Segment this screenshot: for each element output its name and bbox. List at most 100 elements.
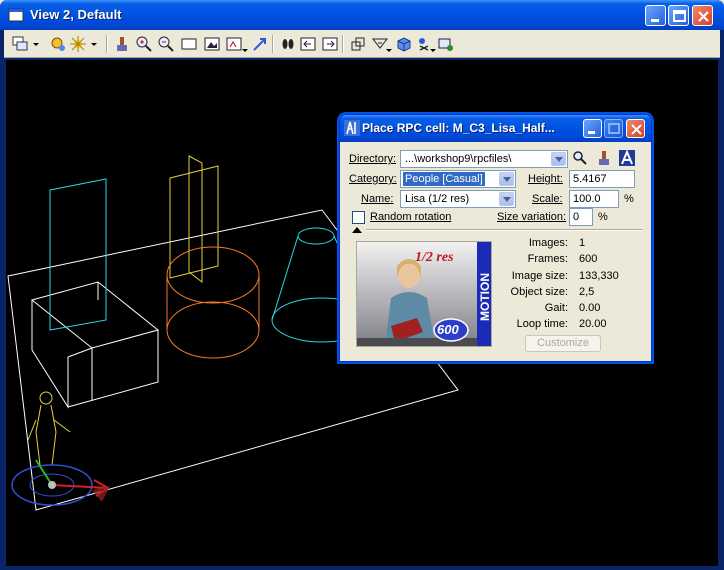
dialog-minimize-button[interactable] xyxy=(583,119,602,138)
view-attributes-dropdown[interactable] xyxy=(30,34,42,54)
info-image-size-value: 133,330 xyxy=(579,270,619,282)
preview-frames-badge: 600 xyxy=(437,322,459,337)
toolbar-separator xyxy=(106,35,108,53)
info-frames-value: 600 xyxy=(579,253,598,265)
info-object-size-label: Object size: xyxy=(510,286,568,298)
dialog-title: Place RPC cell: M_C3_Lisa_Half... xyxy=(362,121,555,135)
archvision-logo-icon[interactable] xyxy=(619,150,635,166)
pan-view-icon xyxy=(253,38,266,51)
view-box-icon xyxy=(397,37,411,52)
chevron-down-icon xyxy=(386,49,392,52)
maximize-button[interactable] xyxy=(668,5,689,26)
next-view-button[interactable] xyxy=(320,34,340,54)
view-toggles-button[interactable] xyxy=(436,34,456,54)
random-rotation-checkbox[interactable] xyxy=(352,211,365,224)
info-image-size-label: Image size: xyxy=(511,270,568,282)
previous-view-button[interactable] xyxy=(298,34,318,54)
random-rotation-label: Random rotation xyxy=(370,211,452,223)
close-button[interactable] xyxy=(692,5,713,26)
fit-view-button[interactable] xyxy=(202,34,222,54)
chevron-down-icon xyxy=(555,157,563,162)
scale-unit: % xyxy=(624,193,634,205)
cyan-plane xyxy=(49,178,107,331)
size-variation-input[interactable]: 0 xyxy=(569,208,593,226)
box-object xyxy=(30,281,160,409)
window-title: View 2, Default xyxy=(30,7,122,22)
name-label: Name: xyxy=(361,193,394,205)
info-object-size-value: 2,5 xyxy=(579,286,595,298)
chevron-down-icon xyxy=(503,197,511,202)
minimize-button[interactable] xyxy=(645,5,666,26)
clip-volume-button[interactable] xyxy=(348,34,368,54)
directory-label: Directory: xyxy=(349,153,397,165)
update-button[interactable] xyxy=(112,34,132,54)
directory-dropdown-button[interactable] xyxy=(551,152,566,166)
info-gait-label: Gait: xyxy=(544,302,568,314)
view-box-button[interactable] xyxy=(394,34,414,54)
close-icon xyxy=(631,124,642,135)
place-rpc-cell-dialog: Place RPC cell: M_C3_Lisa_Half... Direct… xyxy=(339,114,652,362)
walk-icon xyxy=(282,39,294,49)
zoom-in-icon xyxy=(136,36,152,52)
directory-select[interactable]: ...\workshop9\rpcfiles\ xyxy=(400,150,568,168)
toolbar-separator xyxy=(272,35,274,53)
rpc-cell-icon xyxy=(344,120,360,136)
rotate-view-dropdown[interactable] xyxy=(240,34,250,54)
zoom-out-button[interactable] xyxy=(156,34,176,54)
name-value: Lisa (1/2 res) xyxy=(405,193,470,205)
rendering-button[interactable] xyxy=(68,34,88,54)
maximize-icon xyxy=(608,123,620,134)
info-loop-time-label: Loop time: xyxy=(516,318,568,330)
rendering-dropdown[interactable] xyxy=(88,34,100,54)
info-loop-time-value: 20.00 xyxy=(579,318,607,330)
pan-view-button[interactable] xyxy=(250,34,270,54)
toolbar-separator xyxy=(342,35,344,53)
window-area-button[interactable] xyxy=(179,34,199,54)
dialog-titlebar[interactable]: Place RPC cell: M_C3_Lisa_Half... xyxy=(340,115,651,142)
rpc-preview-image: 1/2 res MOTION 600 xyxy=(356,241,492,347)
update-icon xyxy=(117,37,127,51)
chevron-down-icon xyxy=(33,43,39,46)
window-area-icon xyxy=(181,38,197,50)
dialog-close-button[interactable] xyxy=(626,119,645,138)
scale-input[interactable]: 100.0 xyxy=(569,190,619,208)
view-attributes-button[interactable] xyxy=(10,34,30,54)
previous-view-icon xyxy=(300,37,316,51)
view-attributes-icon xyxy=(12,36,28,51)
directory-value: ...\workshop9\rpcfiles\ xyxy=(405,153,512,165)
scale-label: Scale: xyxy=(532,193,563,205)
clip-mask-dropdown[interactable] xyxy=(384,34,394,54)
browse-search-icon[interactable] xyxy=(572,150,588,166)
info-gait-value: 0.00 xyxy=(579,302,601,314)
walk-button[interactable] xyxy=(278,34,298,54)
yellow-plane xyxy=(169,155,219,284)
category-label: Category: xyxy=(349,173,397,185)
info-frames-label: Frames: xyxy=(527,253,568,265)
height-input[interactable]: 5.4167 xyxy=(569,170,635,188)
rpc-person-outline xyxy=(27,391,71,466)
close-icon xyxy=(698,11,709,22)
category-value: People [Casual] xyxy=(403,172,485,186)
collapse-arrow-icon[interactable] xyxy=(352,226,362,234)
display-style-button[interactable] xyxy=(48,34,68,54)
category-select[interactable]: People [Casual] xyxy=(400,170,516,188)
height-label: Height: xyxy=(528,173,563,185)
main-titlebar[interactable]: View 2, Default xyxy=(0,0,724,30)
name-select[interactable]: Lisa (1/2 res) xyxy=(400,190,516,208)
size-variation-label: Size variation: xyxy=(497,211,567,223)
dialog-maximize-button xyxy=(604,119,623,138)
category-dropdown-button[interactable] xyxy=(499,172,514,186)
zoom-in-button[interactable] xyxy=(134,34,154,54)
info-images-label: Images: xyxy=(528,237,568,249)
minimize-icon xyxy=(651,19,659,22)
name-dropdown-button[interactable] xyxy=(499,192,514,206)
preview-res-text: 1/2 res xyxy=(415,250,454,265)
view-window-icon xyxy=(8,8,24,22)
chevron-down-icon xyxy=(503,177,511,182)
edit-cell-icon[interactable] xyxy=(596,150,612,166)
view-toolbar xyxy=(4,30,720,58)
customize-button[interactable]: Customize xyxy=(525,335,601,352)
minimize-icon xyxy=(588,131,595,134)
orange-cylinder xyxy=(166,246,260,359)
chevron-down-icon xyxy=(242,49,248,52)
